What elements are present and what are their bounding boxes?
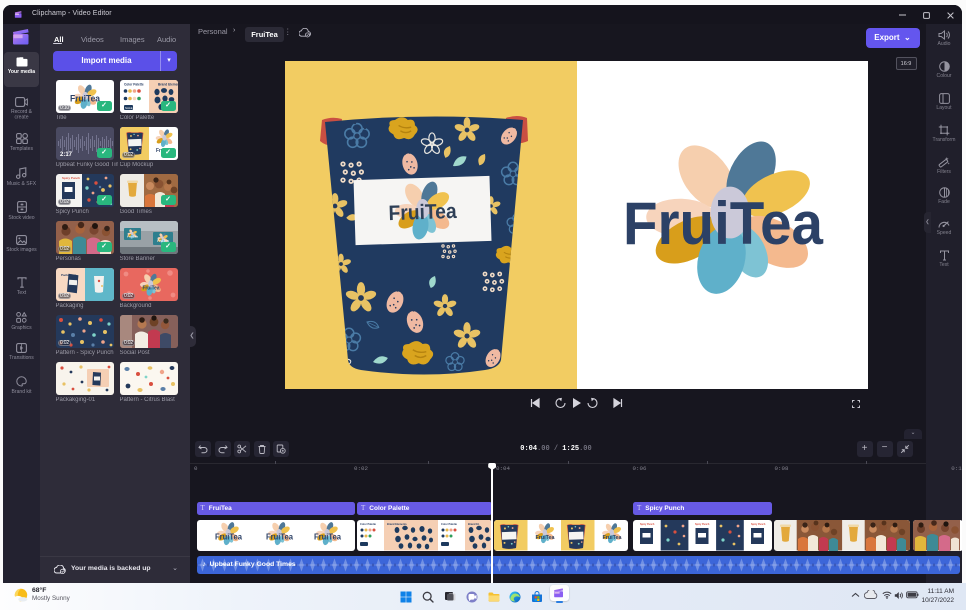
svg-text:Spicy Punch: Spicy Punch: [751, 523, 766, 526]
svg-text:Spicy Punch: Spicy Punch: [640, 523, 655, 526]
svg-text:FruiTea: FruiTea: [623, 190, 824, 257]
svg-text:FruiTea: FruiTea: [602, 535, 622, 541]
svg-text:FruiTea: FruiTea: [535, 535, 555, 541]
svg-text:Brand Elements: Brand Elements: [158, 83, 178, 87]
svg-text:2:17: 2:17: [60, 152, 73, 158]
svg-text:Color Palette: Color Palette: [360, 522, 377, 526]
svg-text:FruiTea: FruiTea: [70, 94, 101, 104]
svg-text:Color Palette: Color Palette: [124, 83, 144, 87]
svg-text:Spicy Punch: Spicy Punch: [62, 176, 80, 180]
svg-text:FruiTea: FruiTea: [215, 533, 243, 542]
svg-text:FruiTea: FruiTea: [314, 533, 342, 542]
svg-text:Brand El.: Brand El.: [468, 522, 480, 526]
svg-text:FruiTea: FruiTea: [142, 286, 159, 292]
svg-text:Color Palette: Color Palette: [441, 522, 458, 526]
svg-text:SALE: SALE: [125, 106, 133, 110]
svg-text:Brand Elements: Brand Elements: [387, 522, 407, 526]
svg-text:FruiTea: FruiTea: [388, 200, 457, 225]
svg-text:FruiTea: FruiTea: [127, 235, 138, 239]
svg-text:FruiTea: FruiTea: [266, 533, 294, 542]
svg-text:Spicy Punch: Spicy Punch: [695, 523, 710, 526]
